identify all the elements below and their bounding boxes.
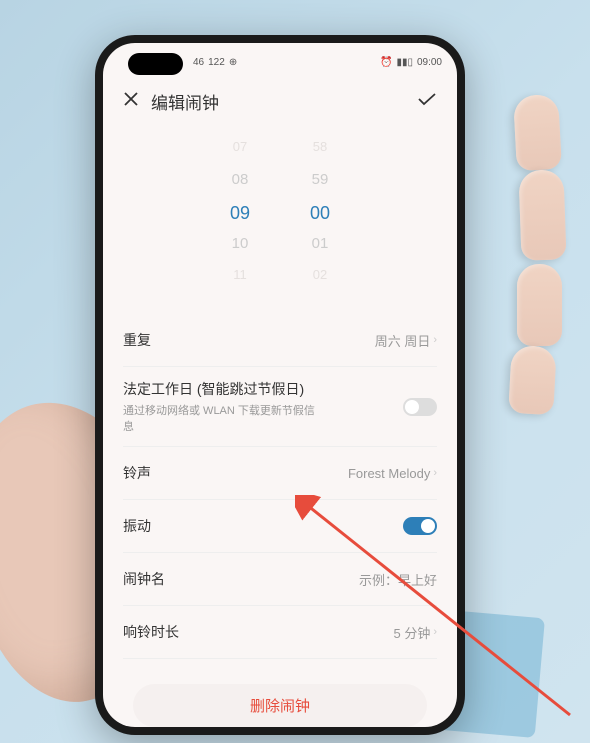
- workday-row[interactable]: 法定工作日 (智能跳过节假日) 通过移动网络或 WLAN 下载更新节假信息: [123, 367, 437, 447]
- settings-list: 重复 周六 周日 › 法定工作日 (智能跳过节假日) 通过移动网络或 WLAN …: [103, 304, 457, 659]
- alarm-name-value: 示例：早上好: [359, 570, 437, 589]
- minute-column[interactable]: 58 59 00 01 02: [310, 139, 330, 289]
- vibrate-label: 振动: [123, 516, 151, 536]
- ringtone-label: 铃声: [123, 463, 151, 483]
- chevron-right-icon: ›: [433, 334, 437, 346]
- vibrate-row[interactable]: 振动: [123, 500, 437, 553]
- confirm-icon[interactable]: [417, 92, 437, 111]
- hour-option[interactable]: 10: [232, 235, 249, 257]
- delete-alarm-button[interactable]: 删除闹钟: [133, 684, 427, 727]
- minute-option[interactable]: 02: [313, 267, 327, 289]
- page-title: 编辑闹钟: [151, 89, 219, 114]
- minute-option[interactable]: 01: [312, 235, 329, 257]
- ringtone-value: Forest Melody ›: [348, 466, 437, 481]
- chevron-right-icon: ›: [433, 626, 437, 638]
- hour-option[interactable]: 08: [232, 171, 249, 193]
- hour-selected[interactable]: 09: [230, 203, 250, 225]
- phone-frame: 46 122 ⊕ ⏰ ▮▮▯ 09:00 编辑闹钟 07: [95, 35, 465, 735]
- chevron-right-icon: ›: [433, 467, 437, 479]
- network-indicator: 122: [208, 57, 225, 68]
- minute-selected[interactable]: 00: [310, 203, 330, 225]
- repeat-row[interactable]: 重复 周六 周日 ›: [123, 314, 437, 367]
- vibrate-toggle[interactable]: [403, 517, 437, 535]
- signal-indicator: 46: [193, 57, 204, 68]
- header: 编辑闹钟: [103, 81, 457, 134]
- alarm-icon: ⏰: [380, 57, 392, 68]
- minute-option[interactable]: 59: [312, 171, 329, 193]
- alarm-name-row[interactable]: 闹钟名 示例：早上好: [123, 553, 437, 606]
- repeat-label: 重复: [123, 330, 151, 350]
- workday-toggle[interactable]: [403, 398, 437, 416]
- fingers: [525, 95, 570, 242]
- time-picker[interactable]: 07 08 09 10 11 58 59 00 01 02: [103, 134, 457, 304]
- status-icon: ⊕: [229, 57, 237, 68]
- duration-row[interactable]: 响铃时长 5 分钟 ›: [123, 606, 437, 659]
- duration-value: 5 分钟 ›: [393, 623, 437, 642]
- repeat-value: 周六 周日 ›: [375, 331, 437, 350]
- clock-time: 09:00: [417, 57, 442, 68]
- hour-option[interactable]: 11: [233, 267, 247, 289]
- minute-option[interactable]: 58: [313, 139, 327, 161]
- ringtone-row[interactable]: 铃声 Forest Melody ›: [123, 447, 437, 500]
- hour-column[interactable]: 07 08 09 10 11: [230, 139, 250, 289]
- battery-indicator: ▮▮▯: [396, 57, 413, 68]
- close-icon[interactable]: [123, 91, 139, 112]
- workday-label: 法定工作日 (智能跳过节假日): [123, 379, 323, 399]
- duration-label: 响铃时长: [123, 622, 179, 642]
- phone-screen: 46 122 ⊕ ⏰ ▮▮▯ 09:00 编辑闹钟 07: [103, 43, 457, 727]
- hour-option[interactable]: 07: [233, 139, 247, 161]
- alarm-name-label: 闹钟名: [123, 569, 165, 589]
- workday-sublabel: 通过移动网络或 WLAN 下载更新节假信息: [123, 402, 323, 434]
- camera-cutout: [128, 53, 183, 75]
